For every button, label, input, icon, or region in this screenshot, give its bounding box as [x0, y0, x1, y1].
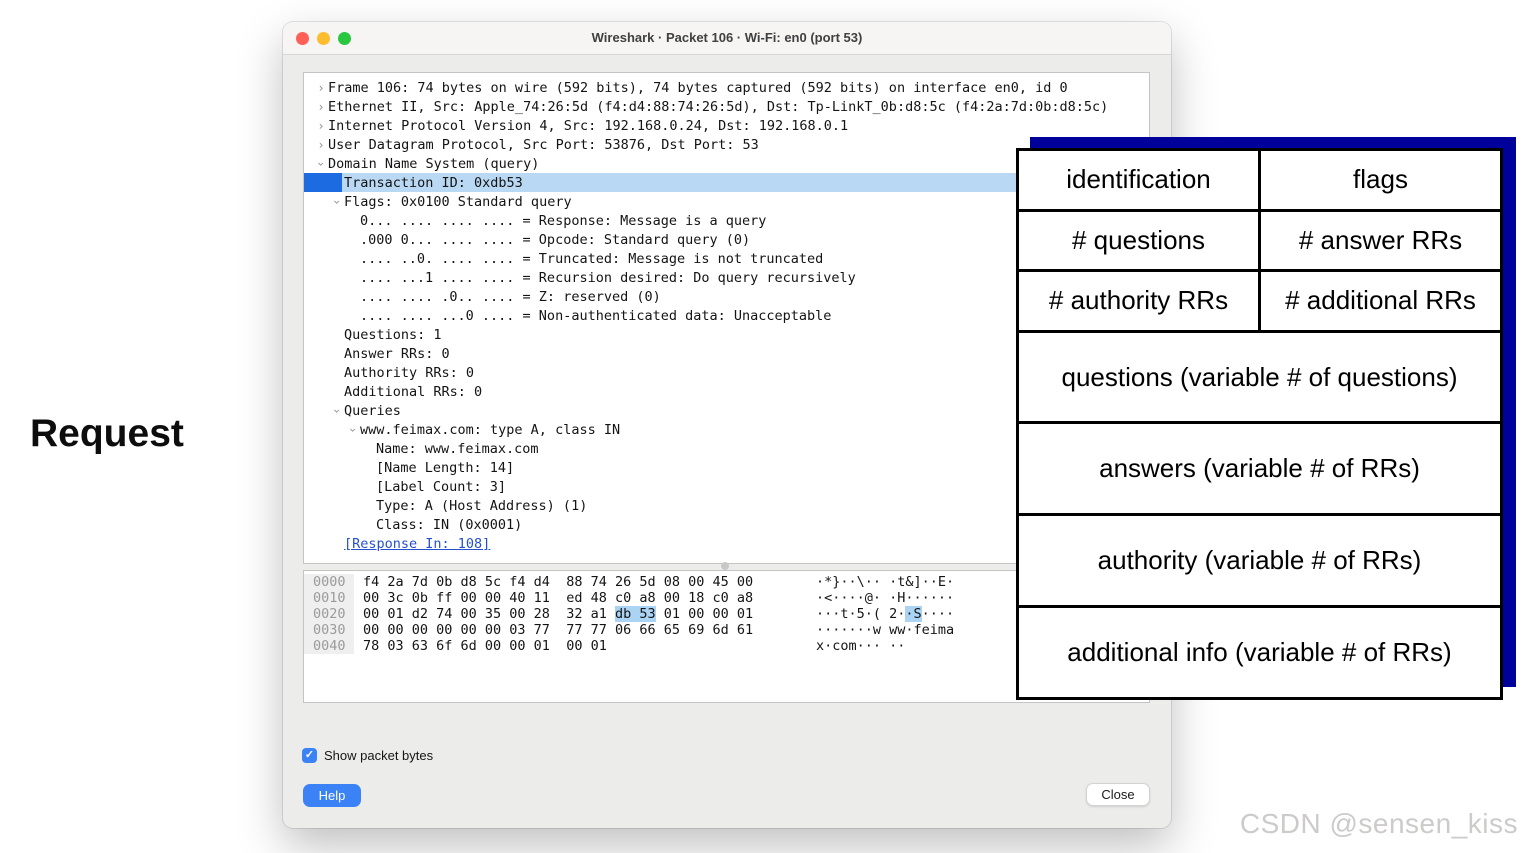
tree-row-label: 0... .... .... .... = Response: Message …: [360, 213, 766, 229]
tree-row-label: Name: www.feimax.com: [376, 441, 539, 457]
bytes-text: 00 00 00 00 00 00 03 77 77 77 06 66 65 6…: [363, 622, 753, 638]
bytes-text: 78 03 63 6f 6d 00 00 01 00 01: [363, 638, 607, 654]
byte-offset-label: 0030: [304, 622, 354, 638]
dns-field-cell: questions (variable # of questions): [1018, 331, 1502, 423]
chevron-right-icon[interactable]: ›: [314, 138, 328, 152]
tree-row-label: Frame 106: 74 bytes on wire (592 bits), …: [328, 80, 1068, 96]
dns-field-cell: # additional RRs: [1260, 271, 1502, 332]
tree-row-label: www.feimax.com: type A, class IN: [360, 422, 620, 438]
tree-row-label: User Datagram Protocol, Src Port: 53876,…: [328, 137, 759, 153]
chevron-down-icon[interactable]: ›: [330, 404, 344, 418]
tree-row-label: Class: IN (0x0001): [376, 517, 522, 533]
hex-bytes: f4 2a 7d 0b d8 5c f4 d4 88 74 26 5d 08 0…: [363, 574, 753, 590]
dns-field-cell: # questions: [1018, 210, 1260, 271]
tree-row-label: Authority RRs: 0: [344, 365, 474, 381]
watermark: CSDN @sensen_kiss: [1240, 808, 1518, 840]
tree-row-label: [Label Count: 3]: [376, 479, 506, 495]
hex-bytes: 00 01 d2 74 00 35 00 28 32 a1 db 53 01 0…: [363, 606, 753, 622]
close-button[interactable]: Close: [1086, 783, 1150, 806]
show-packet-bytes-checkbox[interactable]: ✓: [302, 748, 317, 763]
dns-format-row: # questions# answer RRs: [1018, 210, 1502, 271]
chevron-right-icon[interactable]: ›: [314, 100, 328, 114]
minimize-window-icon[interactable]: [317, 32, 330, 45]
hex-bytes: 00 00 00 00 00 00 03 77 77 77 06 66 65 6…: [363, 622, 753, 638]
highlighted-bytes: ·S: [905, 606, 921, 622]
close-window-icon[interactable]: [296, 32, 309, 45]
tree-row-label: Domain Name System (query): [328, 156, 539, 172]
dns-field-cell: answers (variable # of RRs): [1018, 423, 1502, 515]
window-title: Wireshark · Packet 106 · Wi-Fi: en0 (por…: [283, 22, 1171, 54]
show-packet-bytes-row: ✓ Show packet bytes: [302, 748, 433, 763]
tree-row-label: Type: A (Host Address) (1): [376, 498, 587, 514]
chevron-right-icon[interactable]: ›: [314, 81, 328, 95]
bytes-text: ····: [922, 606, 955, 622]
packet-tree-row[interactable]: ›Internet Protocol Version 4, Src: 192.1…: [304, 116, 1149, 135]
zoom-window-icon[interactable]: [338, 32, 351, 45]
tree-row-label: .... ...1 .... .... = Recursion desired:…: [360, 270, 856, 286]
help-button[interactable]: Help: [303, 784, 361, 807]
packet-tree-row[interactable]: ›Frame 106: 74 bytes on wire (592 bits),…: [304, 78, 1149, 97]
dns-format-row: additional info (variable # of RRs): [1018, 607, 1502, 699]
ascii-bytes: ···t·5·( 2··S····: [816, 606, 954, 622]
tree-row-label: .... .... ...0 .... = Non-authenticated …: [360, 308, 831, 324]
bytes-text: f4 2a 7d 0b d8 5c f4 d4 88 74 26 5d 08 0…: [363, 574, 753, 590]
tree-row-label: [Name Length: 14]: [376, 460, 514, 476]
bytes-text: ·*}··\·· ·t&]··E·: [816, 574, 954, 590]
bytes-text: 01 00 00 01: [656, 606, 754, 622]
tree-row-label: .... ..0. .... .... = Truncated: Message…: [360, 251, 823, 267]
ascii-bytes: ·······w ww·feima: [816, 622, 954, 638]
title-bar: Wireshark · Packet 106 · Wi-Fi: en0 (por…: [283, 22, 1171, 55]
tree-row-label: Flags: 0x0100 Standard query: [344, 194, 572, 210]
chevron-down-icon[interactable]: ›: [314, 157, 328, 171]
dns-field-cell: identification: [1018, 150, 1260, 211]
bytes-text: ·······w ww·feima: [816, 622, 954, 638]
byte-offset-label: 0000: [304, 574, 354, 590]
tree-row-label: Additional RRs: 0: [344, 384, 482, 400]
tree-row-label: Answer RRs: 0: [344, 346, 450, 362]
dns-field-cell: authority (variable # of RRs): [1018, 515, 1502, 607]
bytes-text: 00 01 d2 74 00 35 00 28 32 a1: [363, 606, 615, 622]
chevron-down-icon[interactable]: ›: [346, 423, 360, 437]
dns-format-row: identificationflags: [1018, 150, 1502, 211]
tree-row-label: Internet Protocol Version 4, Src: 192.16…: [328, 118, 848, 134]
bytes-text: ···t·5·( 2·: [816, 606, 905, 622]
packet-tree-row[interactable]: ›Ethernet II, Src: Apple_74:26:5d (f4:d4…: [304, 97, 1149, 116]
dns-format-row: questions (variable # of questions): [1018, 331, 1502, 423]
show-packet-bytes-label: Show packet bytes: [324, 748, 433, 763]
dns-format-row: authority (variable # of RRs): [1018, 515, 1502, 607]
hex-bytes: 00 3c 0b ff 00 00 40 11 ed 48 c0 a8 00 1…: [363, 590, 753, 606]
dns-field-cell: # authority RRs: [1018, 271, 1260, 332]
highlighted-bytes: db 53: [615, 606, 656, 622]
request-label: Request: [30, 412, 184, 456]
tree-row-label: [Response In: 108]: [344, 536, 490, 552]
ascii-bytes: x·com··· ··: [816, 638, 905, 654]
traffic-lights: [296, 32, 351, 45]
dns-format-row: answers (variable # of RRs): [1018, 423, 1502, 515]
dns-field-cell: additional info (variable # of RRs): [1018, 607, 1502, 699]
hex-bytes: 78 03 63 6f 6d 00 00 01 00 01: [363, 638, 607, 654]
dns-field-cell: # answer RRs: [1260, 210, 1502, 271]
chevron-down-icon[interactable]: ›: [330, 195, 344, 209]
byte-offset-label: 0040: [304, 638, 354, 654]
byte-offset-label: 0010: [304, 590, 354, 606]
bytes-text: x·com··· ··: [816, 638, 905, 654]
pane-splitter-handle[interactable]: [721, 562, 729, 570]
bytes-text: ·<····@· ·H······: [816, 590, 954, 606]
selection-indicator: [304, 173, 342, 192]
byte-offset-label: 0020: [304, 606, 354, 622]
chevron-right-icon[interactable]: ›: [314, 119, 328, 133]
dns-message-format-table: identificationflags# questions# answer R…: [1016, 148, 1503, 700]
tree-row-label: .... .... .0.. .... = Z: reserved (0): [360, 289, 661, 305]
tree-row-label: Questions: 1: [344, 327, 442, 343]
dns-format-row: # authority RRs# additional RRs: [1018, 271, 1502, 332]
tree-row-label: Queries: [344, 403, 401, 419]
dns-field-cell: flags: [1260, 150, 1502, 211]
ascii-bytes: ·*}··\·· ·t&]··E·: [816, 574, 954, 590]
bytes-text: 00 3c 0b ff 00 00 40 11 ed 48 c0 a8 00 1…: [363, 590, 753, 606]
tree-row-label: Transaction ID: 0xdb53: [344, 175, 523, 191]
tree-row-label: Ethernet II, Src: Apple_74:26:5d (f4:d4:…: [328, 99, 1108, 115]
tree-row-label: .000 0... .... .... = Opcode: Standard q…: [360, 232, 750, 248]
ascii-bytes: ·<····@· ·H······: [816, 590, 954, 606]
